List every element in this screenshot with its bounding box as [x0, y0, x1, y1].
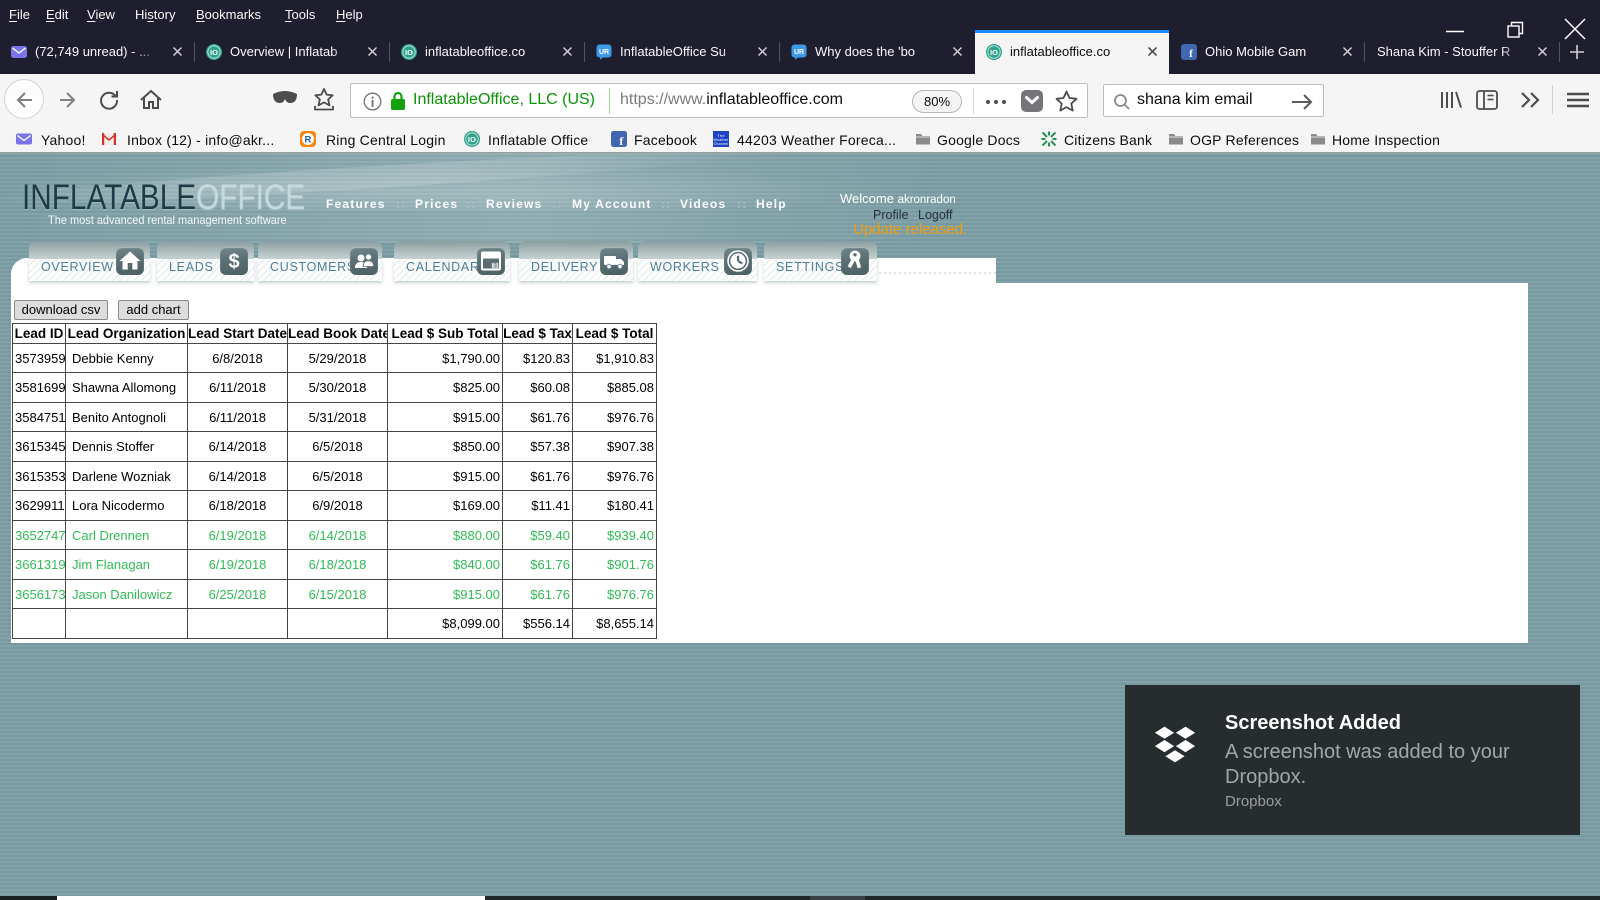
svg-text:IO: IO [468, 135, 476, 144]
svg-text:UR: UR [794, 49, 804, 56]
svg-text:IO: IO [405, 48, 413, 57]
svg-text:UR: UR [599, 49, 609, 56]
svg-text:IO: IO [990, 48, 998, 57]
svg-text:Channel: Channel [714, 142, 729, 146]
svg-text:3: 3 [493, 263, 497, 270]
svg-text:f: f [1189, 48, 1193, 60]
svg-text:R: R [304, 135, 311, 146]
svg-text:$: $ [228, 251, 239, 273]
svg-text:IO: IO [210, 48, 218, 57]
